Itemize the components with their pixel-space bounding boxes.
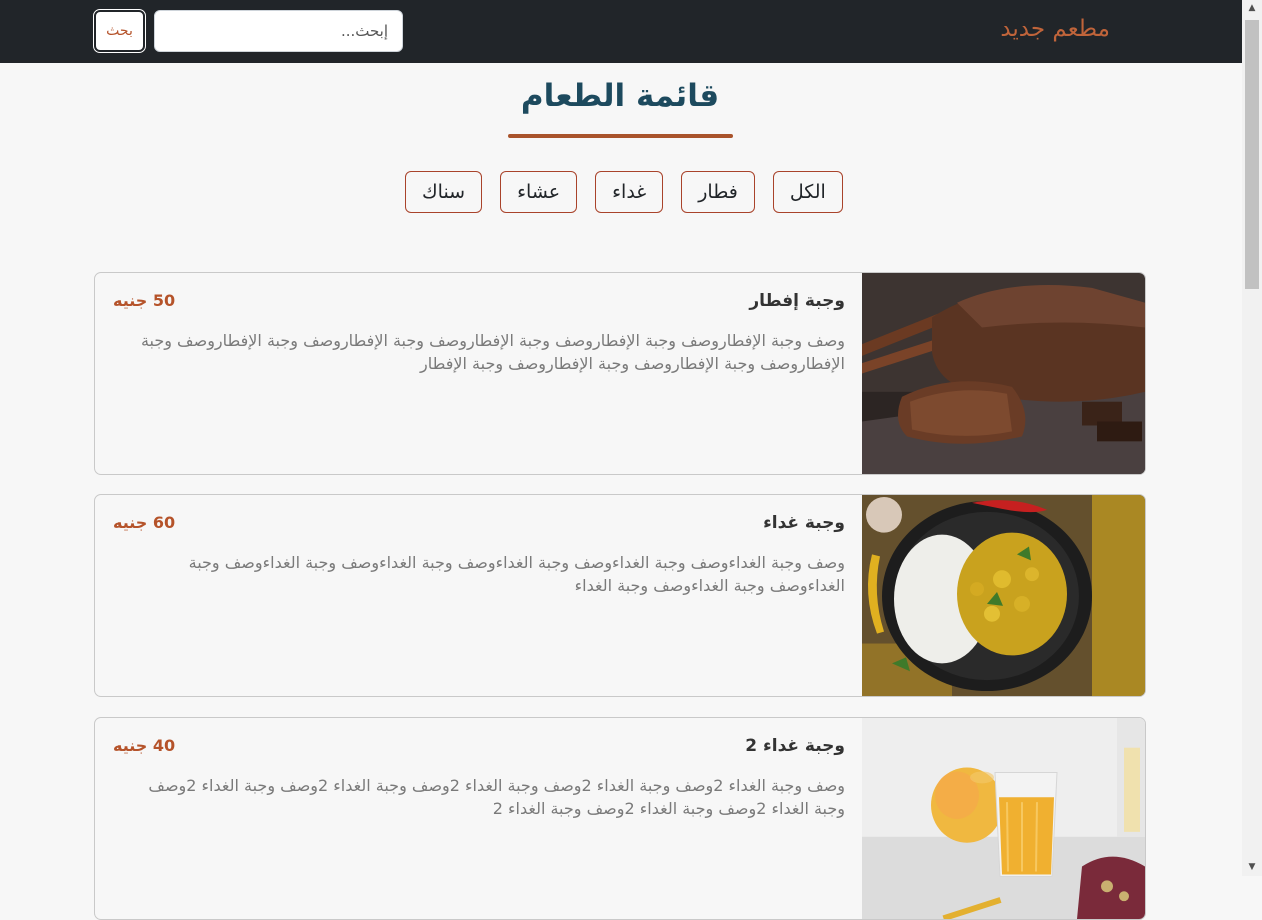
menu-item-card[interactable]: وجبة غداء 2 40 جنيه وصف وجبة الغداء 2وصف… xyxy=(94,717,1146,920)
item-price: 50 جنيه xyxy=(113,291,176,310)
card-body: وجبة غداء 60 جنيه وصف وجبة الغداءوصف وجب… xyxy=(113,513,845,597)
item-description: وصف وجبة الغداءوصف وجبة الغداءوصف وجبة ا… xyxy=(188,553,845,595)
search-button[interactable]: بحث xyxy=(93,9,146,53)
card-body: وجبة إفطار 50 جنيه وصف وجبة الإفطاروصف و… xyxy=(113,291,845,375)
filter-lunch-button[interactable]: غداء xyxy=(595,171,664,213)
filter-all-button[interactable]: الكل xyxy=(772,171,843,213)
top-navbar: مطعم جديد بحث xyxy=(0,0,1242,63)
mango-juice-image xyxy=(862,718,1145,919)
scroll-down-icon[interactable]: ▼ xyxy=(1242,859,1262,876)
brand-logo[interactable]: مطعم جديد xyxy=(1000,16,1110,42)
item-price: 40 جنيه xyxy=(113,736,176,755)
bread-loaf-image xyxy=(862,273,1145,474)
item-title: وجبة غداء 2 xyxy=(745,736,845,756)
title-underline xyxy=(508,134,733,138)
page-title: قائمة الطعام xyxy=(520,78,720,114)
scroll-up-icon[interactable]: ▲ xyxy=(1242,0,1262,17)
filter-snack-button[interactable]: سناك xyxy=(405,171,483,213)
card-body: وجبة غداء 2 40 جنيه وصف وجبة الغداء 2وصف… xyxy=(113,736,845,820)
item-description: وصف وجبة الإفطاروصف وجبة الإفطاروصف وجبة… xyxy=(140,331,845,373)
filter-dinner-button[interactable]: عشاء xyxy=(500,171,578,213)
search-input[interactable] xyxy=(154,10,403,52)
item-title: وجبة إفطار xyxy=(749,291,845,311)
item-price: 60 جنيه xyxy=(113,513,176,532)
page-scrollbar[interactable]: ▲ ▼ xyxy=(1242,0,1262,876)
category-filters: الكل فطار غداء عشاء سناك xyxy=(405,171,843,213)
menu-item-card[interactable]: وجبة إفطار 50 جنيه وصف وجبة الإفطاروصف و… xyxy=(94,272,1146,475)
menu-item-card[interactable]: وجبة غداء 60 جنيه وصف وجبة الغداءوصف وجب… xyxy=(94,494,1146,697)
curry-rice-image xyxy=(862,495,1145,696)
item-title: وجبة غداء xyxy=(763,513,845,533)
scrollbar-thumb[interactable] xyxy=(1245,20,1259,289)
filter-breakfast-button[interactable]: فطار xyxy=(681,171,755,213)
item-description: وصف وجبة الغداء 2وصف وجبة الغداء 2وصف وج… xyxy=(148,776,845,818)
